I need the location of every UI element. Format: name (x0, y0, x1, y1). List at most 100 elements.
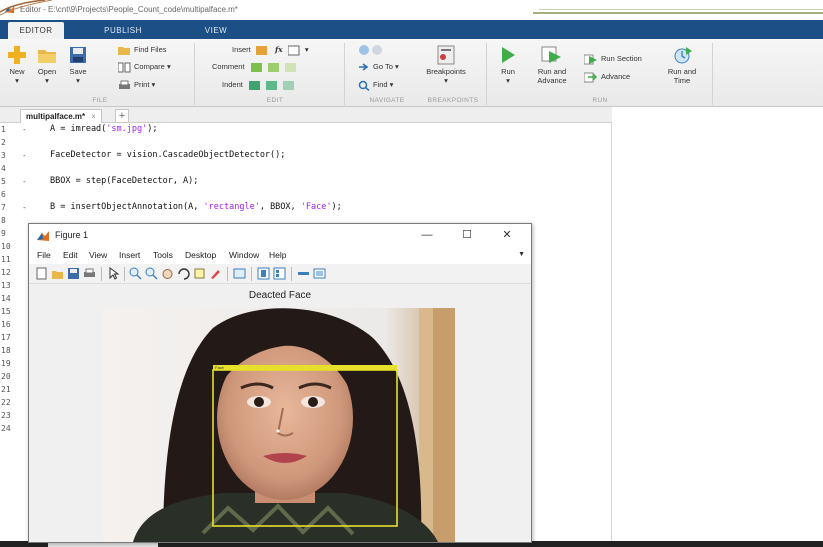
menu-desktop[interactable]: Desktop (185, 250, 216, 260)
run-play-icon (502, 47, 515, 63)
decorative-corner-tab (533, 0, 823, 14)
line-number: 11 (1, 255, 11, 264)
code-line-7[interactable]: B = insertObjectAnnotation(A, 'rectangle… (50, 202, 342, 212)
decorative-curve (0, 0, 53, 16)
line-number: 17 (1, 333, 11, 342)
close-button[interactable]: ✕ (495, 227, 519, 243)
breakpoint-dash[interactable]: - (22, 151, 27, 160)
code-line-5[interactable]: BBOX = step(FaceDetector, A); (50, 176, 198, 186)
menu-edit[interactable]: Edit (63, 250, 78, 260)
menu-window[interactable]: Window (229, 250, 259, 260)
line-number: 3 (1, 151, 6, 160)
line-number: 18 (1, 346, 11, 355)
menu-view[interactable]: View (89, 250, 107, 260)
file-tab-multipalface[interactable]: multipalface.m* × (20, 109, 102, 123)
zoom-out-icon[interactable] (145, 267, 158, 280)
indent-button[interactable]: Indent (222, 79, 298, 91)
compare-icon (118, 62, 131, 73)
find-files-icon (118, 46, 130, 55)
ribbon-toolbar: New ▾ Open ▾ Save ▾ Find Files Compare ▾ Pr… (0, 39, 823, 107)
link-plot-icon[interactable] (233, 267, 246, 280)
run-section-icon (584, 54, 597, 65)
insert-legend-icon[interactable] (273, 267, 286, 280)
insert-section-icon (255, 45, 267, 55)
wrap-comments-icon (284, 62, 296, 72)
menu-tools[interactable]: Tools (153, 250, 173, 260)
rotate-3d-icon[interactable] (177, 267, 190, 280)
breakpoint-dash[interactable]: - (22, 203, 27, 212)
detected-face-image[interactable]: Face (103, 308, 455, 542)
hide-plot-tools-icon[interactable] (297, 267, 310, 280)
run-and-time-button[interactable]: Run and Time (662, 45, 702, 85)
tab-view[interactable]: VIEW (196, 22, 236, 39)
brush-icon[interactable] (209, 267, 222, 280)
line-number: 12 (1, 268, 11, 277)
section-label-file: FILE (92, 97, 108, 104)
toolbar-separator (124, 267, 125, 281)
fx-icon[interactable]: fx (275, 45, 283, 54)
find-files-button[interactable]: Find Files (118, 44, 167, 56)
new-tab-plus-icon[interactable]: + (115, 109, 129, 123)
tab-publish[interactable]: PUBLISH (96, 22, 150, 39)
line-number: 24 (1, 424, 11, 433)
print-figure-icon[interactable] (83, 267, 96, 280)
ribbon-separator (194, 43, 195, 105)
folder-icon (38, 50, 56, 63)
insert-function-icon (287, 45, 300, 56)
smart-indent-icon (248, 80, 260, 90)
line-number: 14 (1, 294, 11, 303)
code-line-3[interactable]: FaceDetector = vision.CascadeObjectDetec… (50, 150, 285, 160)
new-button[interactable]: New ▾ (3, 45, 31, 85)
menu-help[interactable]: Help (269, 250, 286, 260)
open-file-icon[interactable] (51, 267, 64, 280)
run-and-time-icon (674, 47, 692, 64)
line-number: 10 (1, 242, 11, 251)
tab-editor[interactable]: EDITOR (8, 22, 64, 39)
navigate-back-forward[interactable] (358, 44, 387, 56)
section-label-navigate: NAVIGATE (369, 97, 405, 104)
line-number: 23 (1, 411, 11, 420)
run-button[interactable]: Run ▾ (494, 45, 522, 85)
run-and-advance-button[interactable]: Run and Advance (530, 45, 574, 85)
new-figure-icon[interactable] (35, 267, 48, 280)
figure-title: Figure 1 (55, 230, 89, 240)
data-cursor-icon[interactable] (193, 267, 206, 280)
breakpoint-dash[interactable]: - (22, 125, 27, 134)
find-button[interactable]: Find ▾ (358, 79, 393, 91)
pointer-icon[interactable] (107, 267, 120, 280)
menu-file[interactable]: File (37, 250, 51, 260)
maximize-button[interactable]: ☐ (455, 227, 479, 243)
advance-button[interactable]: Advance (584, 71, 630, 83)
compare-button[interactable]: Compare ▾ (118, 61, 171, 73)
print-button[interactable]: Print ▾ (118, 79, 155, 91)
comment-icon (250, 62, 262, 72)
insert-button[interactable]: Insert fx ▾ (232, 44, 309, 56)
matlab-logo-icon (37, 231, 49, 241)
save-button[interactable]: Save ▾ (64, 45, 92, 85)
section-label-edit: EDIT (266, 97, 284, 104)
minimize-button[interactable]: — (415, 227, 439, 243)
close-tab-icon[interactable]: × (91, 112, 96, 121)
run-section-button[interactable]: Run Section (584, 53, 642, 65)
comment-button[interactable]: Comment (212, 61, 300, 73)
breakpoints-button[interactable]: Breakpoints ▾ (422, 45, 470, 85)
line-number: 13 (1, 281, 11, 290)
go-to-button[interactable]: Go To ▾ (358, 61, 399, 73)
code-line-1[interactable]: A = imread('sm.jpg'); (50, 124, 158, 134)
breakpoint-dash[interactable]: - (22, 177, 27, 186)
zoom-in-icon[interactable] (129, 267, 142, 280)
figure-title-bar[interactable]: Figure 1 — ☐ ✕ (29, 224, 531, 247)
menu-insert[interactable]: Insert (119, 250, 140, 260)
line-number: 8 (1, 216, 6, 225)
line-number: 2 (1, 138, 6, 147)
line-number: 7 (1, 203, 6, 212)
show-plot-tools-icon[interactable] (313, 267, 326, 280)
open-button[interactable]: Open ▾ (32, 45, 62, 85)
toolbar-separator (291, 267, 292, 281)
insert-colorbar-icon[interactable] (257, 267, 270, 280)
line-number: 15 (1, 307, 11, 316)
save-figure-icon[interactable] (67, 267, 80, 280)
menu-overflow-arrow-icon[interactable]: ▼ (518, 251, 525, 258)
pan-hand-icon[interactable] (161, 267, 174, 280)
search-icon (358, 80, 370, 91)
